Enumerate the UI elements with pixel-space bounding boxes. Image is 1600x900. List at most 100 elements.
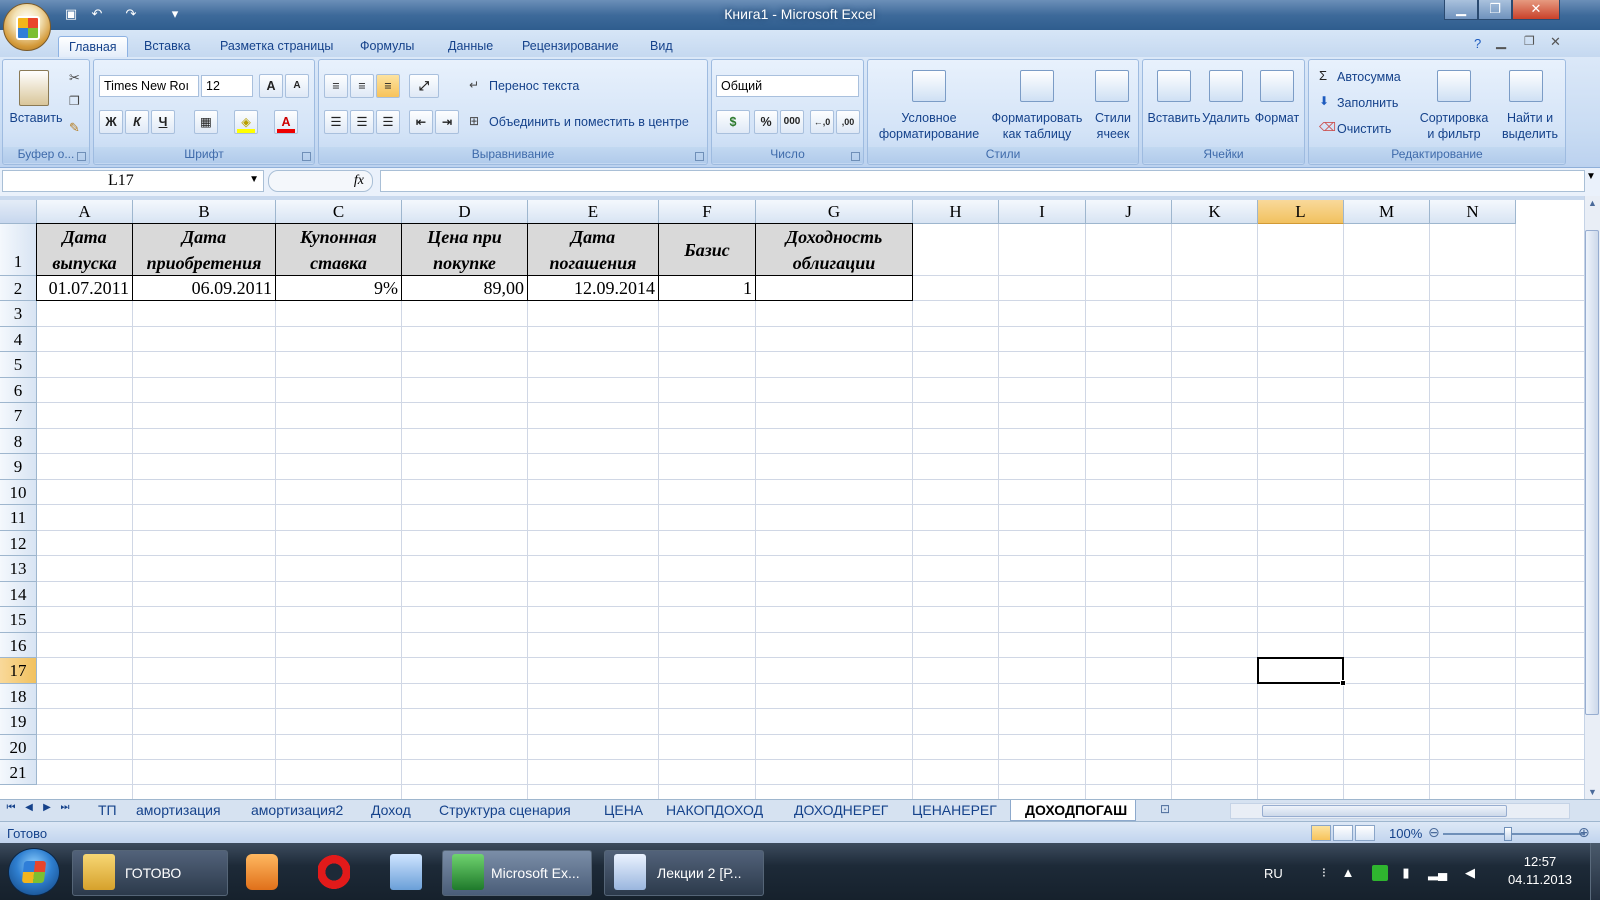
- data-cell-g2[interactable]: [755, 275, 913, 301]
- vertical-scroll-thumb[interactable]: [1585, 230, 1599, 715]
- sheet-tab-1[interactable]: амортизация: [122, 800, 229, 821]
- italic-button[interactable]: К: [125, 110, 149, 134]
- sheet-tab-2[interactable]: амортизация2: [237, 800, 351, 821]
- header-cell-e1[interactable]: Дата погашения: [527, 223, 659, 276]
- header-cell-b1[interactable]: Дата приобретения: [132, 223, 276, 276]
- clock[interactable]: 12:57 04.11.2013: [1496, 853, 1584, 889]
- percent-button[interactable]: %: [754, 110, 778, 134]
- tab-home[interactable]: Главная: [58, 36, 128, 58]
- align-middle-icon[interactable]: ≡: [350, 74, 374, 98]
- row-header-9[interactable]: 9: [0, 454, 37, 480]
- column-header-j[interactable]: J: [1086, 200, 1172, 224]
- select-all-corner[interactable]: [0, 200, 37, 224]
- grow-font-button[interactable]: A: [259, 74, 283, 98]
- autosum-button[interactable]: Автосумма: [1337, 69, 1401, 85]
- photo-viewer-icon[interactable]: [390, 854, 422, 890]
- row-header-18[interactable]: 18: [0, 684, 37, 709]
- row-header-21[interactable]: 21: [0, 760, 37, 785]
- zoom-slider-thumb[interactable]: [1504, 827, 1512, 841]
- name-box-dropdown-icon[interactable]: ▼: [249, 174, 259, 185]
- insert-sheet-icon[interactable]: ⊡: [1160, 802, 1170, 816]
- sheet-tab-9[interactable]: ДОХОДПОГАШ: [1010, 800, 1137, 821]
- row-header-6[interactable]: 6: [0, 378, 37, 403]
- align-bottom-icon[interactable]: ≡: [376, 74, 400, 98]
- ribbon-minimize-icon[interactable]: ▁: [1496, 34, 1506, 50]
- redo-icon[interactable]: ↷: [122, 6, 140, 22]
- active-cell-selection[interactable]: [1257, 657, 1344, 684]
- formula-input[interactable]: [380, 170, 1585, 192]
- row-header-7[interactable]: 7: [0, 403, 37, 429]
- expand-formula-icon[interactable]: ▼: [1586, 171, 1596, 182]
- fill-button[interactable]: Заполнить: [1337, 95, 1398, 111]
- scroll-down-icon[interactable]: ▼: [1588, 787, 1597, 797]
- currency-icon[interactable]: $: [716, 110, 750, 134]
- find-select-button[interactable]: Найти и выделить: [1495, 110, 1565, 142]
- undo-icon[interactable]: ↶: [88, 6, 106, 22]
- sheet-tab-8[interactable]: ЦЕНАНЕРЕГ: [898, 800, 1005, 821]
- row-header-3[interactable]: 3: [0, 301, 37, 327]
- row-header-20[interactable]: 20: [0, 735, 37, 760]
- tab-formulas[interactable]: Формулы: [350, 36, 424, 58]
- data-cell-f2[interactable]: 1: [658, 275, 756, 301]
- decrease-indent-icon[interactable]: ⇤: [409, 110, 433, 134]
- close-icon[interactable]: ✕: [1512, 0, 1560, 20]
- align-left-icon[interactable]: ☰: [324, 110, 348, 134]
- restore-icon[interactable]: ❐: [1478, 0, 1512, 20]
- column-header-m[interactable]: M: [1344, 200, 1430, 224]
- customize-icon[interactable]: ▾: [166, 6, 184, 22]
- number-format-select[interactable]: Общий: [716, 75, 859, 97]
- row-header-17[interactable]: 17: [0, 658, 37, 684]
- font-size-select[interactable]: 12: [201, 75, 253, 97]
- format-cells-button[interactable]: Формат: [1251, 110, 1303, 126]
- insert-cells-button[interactable]: Вставить: [1145, 110, 1203, 126]
- row-header-8[interactable]: 8: [0, 429, 37, 454]
- sheet-tab-5[interactable]: ЦЕНА: [590, 800, 651, 821]
- ribbon-close-icon[interactable]: ✕: [1550, 34, 1561, 50]
- decrease-decimal-button[interactable]: ,00: [836, 110, 860, 134]
- format-as-table-button[interactable]: Форматировать как таблицу: [986, 110, 1088, 142]
- increase-decimal-button[interactable]: ←,0: [810, 110, 834, 134]
- clear-button[interactable]: Очистить: [1337, 121, 1391, 137]
- format-painter-icon[interactable]: ✎: [69, 120, 80, 136]
- normal-view-icon[interactable]: [1311, 825, 1331, 841]
- conditional-format-button[interactable]: Условное форматирование: [870, 110, 988, 142]
- opera-icon[interactable]: [318, 854, 350, 890]
- align-top-icon[interactable]: ≡: [324, 74, 348, 98]
- orientation-icon[interactable]: ⤢: [409, 74, 439, 98]
- bold-button[interactable]: Ж: [99, 110, 123, 134]
- tray-keyboard-icon[interactable]: ⁝: [1316, 865, 1332, 881]
- row-header-15[interactable]: 15: [0, 607, 37, 633]
- paste-button[interactable]: Вставить: [7, 110, 65, 126]
- sort-filter-button[interactable]: Сортировка и фильтр: [1415, 110, 1493, 142]
- show-hidden-icons-icon[interactable]: ▲: [1340, 865, 1356, 881]
- row-header-10[interactable]: 10: [0, 480, 37, 505]
- tray-device-icon[interactable]: ▮: [1398, 865, 1414, 881]
- column-header-c[interactable]: C: [276, 200, 402, 224]
- data-cell-d2[interactable]: 89,00: [401, 275, 528, 301]
- clipboard-launcher-icon[interactable]: [77, 152, 86, 161]
- worksheet-grid[interactable]: ABCDEFGHIJKLMN 1 2 3 4 5 6 7 8 9 10 11 12 13 14 15 16 17…: [0, 200, 1584, 799]
- font-launcher-icon[interactable]: [302, 152, 311, 161]
- column-header-i[interactable]: I: [999, 200, 1086, 224]
- zoom-out-icon[interactable]: ⊖: [1428, 824, 1440, 841]
- sheet-tab-4[interactable]: Структура сценария: [425, 800, 579, 821]
- header-cell-a1[interactable]: Дата выпуска: [36, 223, 133, 276]
- wrap-text-button[interactable]: Перенос текста: [489, 78, 579, 94]
- first-sheet-icon[interactable]: ⏮: [4, 802, 18, 813]
- column-header-a[interactable]: A: [37, 200, 133, 224]
- tab-data[interactable]: Данные: [438, 36, 503, 58]
- ribbon-restore-icon[interactable]: ❐: [1524, 34, 1535, 48]
- page-break-view-icon[interactable]: [1355, 825, 1375, 841]
- tray-app-icon[interactable]: [1372, 865, 1388, 881]
- header-cell-d1[interactable]: Цена при покупке: [401, 223, 528, 276]
- sheet-tab-6[interactable]: НАКОПДОХОД: [652, 800, 771, 821]
- row-header-19[interactable]: 19: [0, 709, 37, 735]
- number-launcher-icon[interactable]: [851, 152, 860, 161]
- scroll-up-icon[interactable]: ▲: [1588, 198, 1597, 208]
- volume-icon[interactable]: ◀: [1462, 865, 1478, 881]
- increase-indent-icon[interactable]: ⇥: [435, 110, 459, 134]
- column-header-l[interactable]: L: [1258, 200, 1344, 224]
- last-sheet-icon[interactable]: ⏭: [58, 802, 72, 813]
- row-header-2[interactable]: 2: [0, 276, 37, 301]
- data-cell-a2[interactable]: 01.07.2011: [36, 275, 133, 301]
